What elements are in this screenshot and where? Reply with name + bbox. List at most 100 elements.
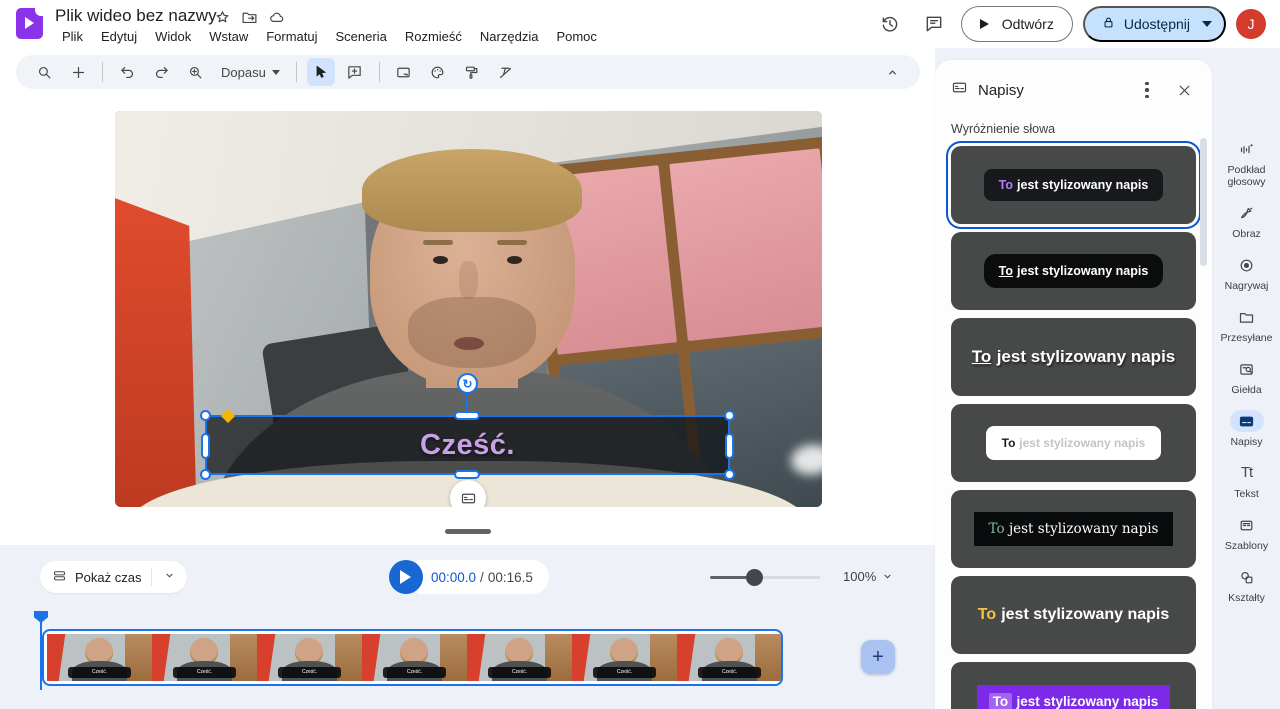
resize-handle-sw[interactable] bbox=[200, 469, 211, 480]
panel-scrollbar[interactable] bbox=[1200, 138, 1207, 266]
menu-item-wstaw[interactable]: Wstaw bbox=[202, 28, 255, 45]
caption-style-card-6[interactable]: To jest stylizowany napis bbox=[951, 576, 1196, 654]
redo-icon[interactable] bbox=[147, 58, 175, 86]
menu-item-widok[interactable]: Widok bbox=[148, 28, 198, 45]
caption-style-card-5[interactable]: To jest stylizowany napis bbox=[951, 490, 1196, 568]
section-label: Wyróżnienie słowa bbox=[951, 122, 1056, 136]
voiceover-icon bbox=[1230, 138, 1264, 160]
clip-thumbnail[interactable]: Cześć. bbox=[362, 634, 467, 681]
timeline-section: Pokaż czas 00:00.0 / 00:16.5 100% Cześć.… bbox=[0, 545, 935, 709]
video-preview[interactable]: ↻ Cześć. bbox=[115, 111, 822, 507]
caption-style-card-2[interactable]: To jest stylizowany napis bbox=[951, 232, 1196, 310]
version-history-icon[interactable] bbox=[873, 7, 907, 41]
resize-handle-ne[interactable] bbox=[724, 410, 735, 421]
show-time-button[interactable]: Pokaż czas bbox=[40, 561, 188, 593]
menu-item-pomoc[interactable]: Pomoc bbox=[549, 28, 603, 45]
caption-textbox[interactable]: Cześć. bbox=[200, 408, 735, 480]
tracks-icon bbox=[52, 568, 67, 586]
panel-resize-handle[interactable] bbox=[445, 529, 491, 534]
image-sparkle-icon bbox=[1230, 202, 1264, 224]
clip-thumbnail[interactable]: Cześć. bbox=[677, 634, 781, 681]
caption-text[interactable]: Cześć. bbox=[420, 429, 515, 462]
divider bbox=[378, 62, 380, 82]
person-eye bbox=[433, 255, 449, 264]
share-dropdown-icon[interactable] bbox=[1202, 21, 1212, 32]
divider bbox=[151, 568, 153, 586]
chevron-down-icon[interactable] bbox=[162, 568, 177, 586]
person-eye bbox=[507, 255, 523, 264]
sidebar-item-record[interactable]: Nagrywaj bbox=[1213, 254, 1280, 292]
person-beard bbox=[408, 297, 536, 369]
caption-style-card-1[interactable]: To jest stylizowany napis bbox=[951, 146, 1196, 224]
folder-icon bbox=[1230, 306, 1264, 328]
clip-thumbnail[interactable]: Cześć. bbox=[47, 634, 152, 681]
menu-item-formatuj[interactable]: Formatuj bbox=[259, 28, 324, 45]
caption-style-card-3[interactable]: To jest stylizowany napis bbox=[951, 318, 1196, 396]
clip-thumbnail[interactable]: Cześć. bbox=[257, 634, 362, 681]
sidebar-item-text[interactable]: Tt Tekst bbox=[1213, 462, 1280, 500]
resize-handle-se[interactable] bbox=[724, 469, 735, 480]
theme-colors-icon[interactable] bbox=[424, 58, 452, 86]
share-button[interactable]: Udostępnij bbox=[1082, 6, 1226, 42]
play-presentation-button[interactable]: Odtwórz bbox=[960, 6, 1073, 42]
caption-style-card-4[interactable]: To jest stylizowany napis bbox=[951, 404, 1196, 482]
resize-handle-nw[interactable] bbox=[200, 410, 211, 421]
resize-handle-e[interactable] bbox=[725, 433, 734, 459]
sidebar-item-templates[interactable]: Szablony bbox=[1213, 514, 1280, 552]
captions-icon bbox=[951, 79, 968, 101]
avatar[interactable]: J bbox=[1236, 9, 1266, 39]
sidebar-item-shapes[interactable]: Kształty bbox=[1213, 566, 1280, 604]
toolbar: Dopasu bbox=[16, 55, 920, 89]
resize-handle-s[interactable] bbox=[454, 470, 480, 479]
clip-thumbnail[interactable]: Cześć. bbox=[572, 634, 677, 681]
divider bbox=[102, 62, 103, 82]
timeline-zoom-slider[interactable] bbox=[710, 568, 820, 586]
timeline-clip[interactable]: Cześć. Cześć. Cześć. Cześć. Cześć. Cześć… bbox=[42, 629, 783, 686]
add-comment-icon[interactable] bbox=[341, 58, 369, 86]
resize-handle-w[interactable] bbox=[201, 433, 210, 459]
collapse-toolbar-icon[interactable] bbox=[878, 58, 906, 86]
clear-format-icon[interactable] bbox=[492, 58, 520, 86]
zoom-in-icon[interactable] bbox=[181, 58, 209, 86]
menu-item-sceneria[interactable]: Sceneria bbox=[329, 28, 394, 45]
select-tool-icon[interactable] bbox=[306, 58, 335, 86]
add-icon[interactable] bbox=[64, 58, 92, 86]
play-icon bbox=[399, 570, 418, 584]
sidebar-item-uploads[interactable]: Przesyłane bbox=[1213, 306, 1280, 344]
more-options-icon[interactable] bbox=[1134, 77, 1160, 103]
menu-item-narzedzia[interactable]: Narzędzia bbox=[473, 28, 546, 45]
panel-title: Napisy bbox=[978, 81, 1024, 99]
slider-thumb[interactable] bbox=[746, 568, 763, 586]
search-icon[interactable] bbox=[30, 58, 58, 86]
zoom-fit-select[interactable]: Dopasu bbox=[215, 65, 286, 80]
caption-style-card-7[interactable]: To jest stylizowany napis bbox=[951, 662, 1196, 709]
sidebar-item-stock[interactable]: Giełda bbox=[1213, 358, 1280, 396]
caption-style-list: To jest stylizowany napis To jest stylizow… bbox=[935, 146, 1212, 709]
resize-handle-n[interactable] bbox=[454, 411, 480, 420]
close-icon[interactable] bbox=[1170, 76, 1198, 104]
undo-icon[interactable] bbox=[113, 58, 141, 86]
document-title[interactable]: Plik wideo bez nazwy bbox=[55, 6, 217, 26]
menu-item-plik[interactable]: Plik bbox=[55, 28, 90, 45]
zoom-level-select[interactable]: 100% bbox=[843, 569, 895, 584]
sidebar-item-image[interactable]: Obraz bbox=[1213, 202, 1280, 240]
clip-thumbnail[interactable]: Cześć. bbox=[152, 634, 257, 681]
clip-thumbnail[interactable]: Cześć. bbox=[467, 634, 572, 681]
person-eyebrow bbox=[496, 239, 527, 245]
rotate-handle[interactable]: ↻ bbox=[457, 373, 478, 394]
person-eyebrow bbox=[422, 239, 453, 245]
comments-icon[interactable] bbox=[917, 7, 951, 41]
app-header: Plik wideo bez nazwy Plik Edytuj Widok W… bbox=[0, 0, 1280, 48]
vids-logo-icon[interactable] bbox=[16, 7, 44, 39]
add-scene-button[interactable]: + bbox=[861, 640, 895, 674]
play-button[interactable] bbox=[389, 560, 423, 594]
sidebar-item-voiceover[interactable]: Podkład głosowy bbox=[1213, 138, 1280, 188]
media-frame-icon[interactable] bbox=[390, 58, 418, 86]
menu-item-edytuj[interactable]: Edytuj bbox=[94, 28, 144, 45]
stock-media-icon bbox=[1230, 358, 1264, 380]
record-icon bbox=[1230, 254, 1264, 276]
paint-format-icon[interactable] bbox=[458, 58, 486, 86]
menu-item-rozmiesc[interactable]: Rozmieść bbox=[398, 28, 469, 45]
text-icon: Tt bbox=[1240, 464, 1253, 481]
sidebar-item-captions[interactable]: Napisy bbox=[1213, 410, 1280, 448]
